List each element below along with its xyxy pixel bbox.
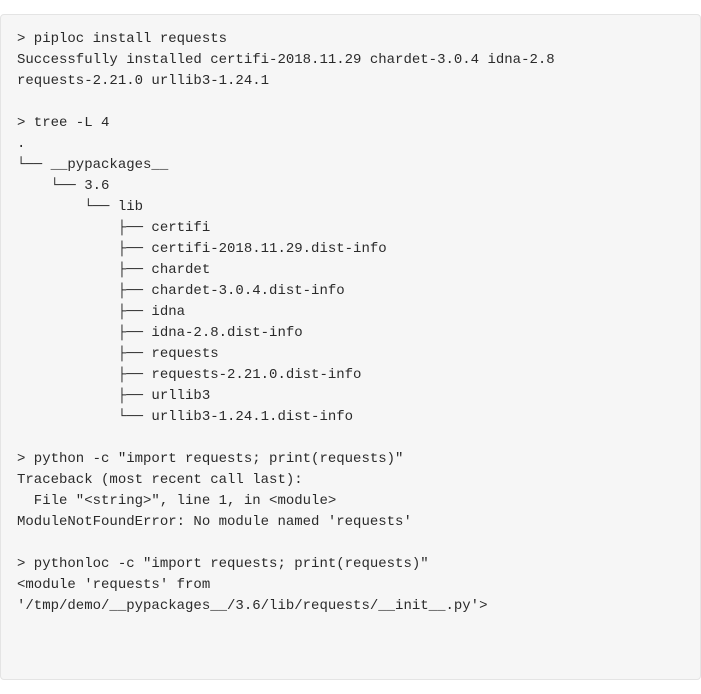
terminal-output: > piploc install requests Successfully i… (0, 14, 701, 680)
